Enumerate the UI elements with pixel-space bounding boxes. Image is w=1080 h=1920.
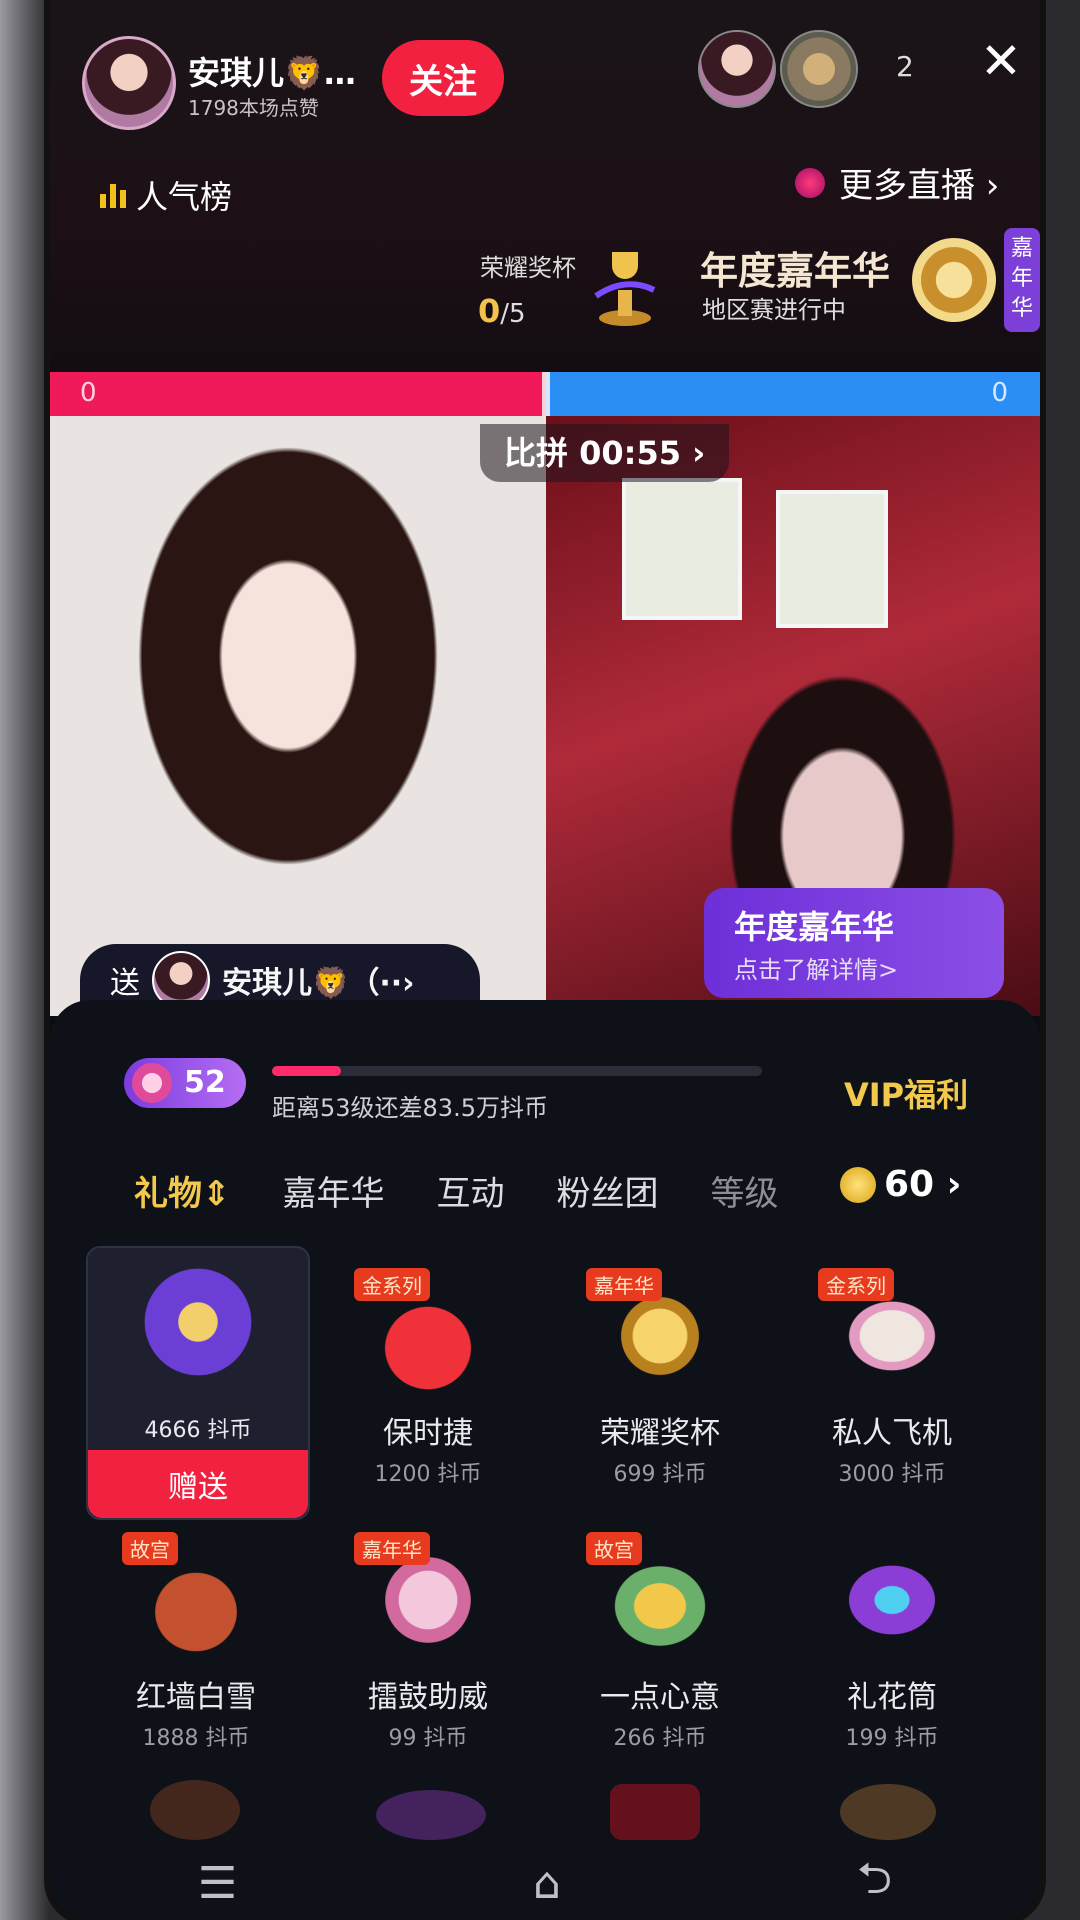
send-to-prefix: 送: [110, 966, 140, 1001]
balance-value: 60 ›: [884, 1164, 962, 1205]
rank-label: 人气榜: [136, 178, 233, 216]
back-icon[interactable]: ⮌: [857, 1846, 892, 1920]
level-progress-bar: [272, 1066, 762, 1076]
host-likes: 1798本场点赞: [188, 96, 319, 120]
follow-button[interactable]: 关注: [382, 40, 504, 116]
gift-name: 私人飞机: [832, 1416, 952, 1451]
tab-interact[interactable]: 互动: [437, 1166, 505, 1215]
carnival-banner[interactable]: 年度嘉年华 点击了解详情>: [704, 888, 1004, 998]
carnival-subtitle: 地区赛进行中: [702, 296, 846, 324]
coin-balance[interactable]: 60 ›: [840, 1164, 961, 1205]
coin-icon: [840, 1166, 876, 1203]
level-progress-fill: [272, 1066, 341, 1076]
gift-tag: 金系列: [354, 1268, 430, 1301]
viewer-avatar[interactable]: [780, 30, 858, 108]
system-nav-bar: ☰ ⌂ ⮌: [50, 1846, 1040, 1920]
gift-item[interactable]: 嘉年华 荣耀奖杯 699 抖币: [550, 1268, 770, 1488]
device-bezel-left: [0, 0, 50, 1920]
pk-score-right: 0: [546, 372, 1040, 416]
pk-left-score: 0: [80, 378, 97, 408]
recipient-name: 安琪儿🦁（··›: [222, 966, 415, 1001]
live-header: 安琪儿🦁… 1798本场点赞 关注 2 ✕ 人气榜 更多直播 › 荣耀奖杯 0/…: [50, 0, 1040, 380]
gift-tag: 嘉年华: [586, 1268, 662, 1301]
pk-right-score: 0: [991, 378, 1008, 408]
gift-tag: 故宫: [586, 1532, 642, 1565]
gift-item[interactable]: 故宫 红墙白雪 1888 抖币: [86, 1532, 306, 1752]
gift-price: 199 抖币: [845, 1726, 939, 1751]
gift-price: 699 抖币: [613, 1462, 707, 1487]
carnival-title[interactable]: 年度嘉年华: [700, 240, 890, 295]
gift-price: 266 抖币: [613, 1726, 707, 1751]
trophy-icon[interactable]: [590, 244, 660, 328]
trophy-progress: 0/5: [478, 292, 526, 330]
viewer-count[interactable]: 2: [896, 50, 914, 83]
menu-icon[interactable]: ☰: [198, 1858, 237, 1909]
more-live-link[interactable]: 更多直播 ›: [795, 158, 999, 207]
medal-icon[interactable]: [912, 238, 996, 322]
gift-tag: 故宫: [122, 1532, 178, 1565]
wall-picture: [776, 490, 888, 628]
carnival-tag[interactable]: 嘉年华: [1004, 228, 1040, 332]
host-avatar[interactable]: [82, 36, 176, 130]
more-live-label: 更多直播 ›: [839, 166, 1000, 206]
send-gift-button[interactable]: 赠送: [88, 1450, 308, 1518]
tab-gifts[interactable]: 礼物⇕: [134, 1166, 231, 1215]
gift-name: 红墙白雪: [136, 1680, 256, 1715]
gift-tabs: 礼物⇕ 嘉年华 互动 粉丝团 等级: [134, 1166, 779, 1215]
gift-item[interactable]: 礼花筒 199 抖币: [782, 1540, 1002, 1752]
gift-tag: 金系列: [818, 1268, 894, 1301]
trophy-progress-value: 0: [478, 292, 501, 330]
pk-score-left: 0: [50, 372, 546, 416]
gift-popper-image: [817, 1540, 967, 1660]
gift-item-selected[interactable]: 4666 抖币 赠送: [86, 1246, 310, 1520]
gift-panel: 52 距离53级还差83.5万抖币 VIP福利 礼物⇕ 嘉年华 互动 粉丝团 等…: [50, 1000, 1040, 1920]
banner-subtitle: 点击了解详情>: [734, 956, 899, 984]
trophy-progress-total: /5: [500, 299, 526, 329]
banner-title: 年度嘉年华: [734, 908, 895, 946]
tab-fan-club[interactable]: 粉丝团: [557, 1166, 659, 1215]
tab-carnival[interactable]: 嘉年华: [283, 1166, 385, 1215]
gift-price: 3000 抖币: [838, 1462, 946, 1487]
gift-name: 擂鼓助威: [368, 1680, 488, 1715]
gift-item-partial[interactable]: [150, 1780, 240, 1840]
home-icon[interactable]: ⌂: [533, 1858, 561, 1909]
vip-benefits-button[interactable]: VIP福利: [844, 1070, 968, 1116]
phone-screen: 安琪儿🦁… 1798本场点赞 关注 2 ✕ 人气榜 更多直播 › 荣耀奖杯 0/…: [50, 0, 1040, 1920]
level-progress-text: 距离53级还差83.5万抖币: [272, 1094, 548, 1122]
gift-item-partial[interactable]: [376, 1790, 486, 1840]
close-icon[interactable]: ✕: [980, 36, 1022, 86]
pk-divider: [542, 372, 550, 416]
gift-name: 保时捷: [383, 1416, 473, 1451]
gift-price: 4666 抖币: [144, 1418, 252, 1443]
video-left-stream[interactable]: [50, 416, 546, 1016]
live-dot-icon: [795, 167, 825, 198]
popularity-rank[interactable]: 人气榜: [100, 172, 232, 218]
gift-tag: 嘉年华: [354, 1532, 430, 1565]
bar-chart-icon: [100, 182, 126, 208]
wall-picture: [622, 478, 742, 620]
tab-level[interactable]: 等级: [711, 1166, 779, 1215]
viewer-avatar[interactable]: [698, 30, 776, 108]
gift-name: 一点心意: [600, 1680, 720, 1715]
gift-price: 99 抖币: [388, 1726, 468, 1751]
gift-name: 荣耀奖杯: [600, 1416, 720, 1451]
gift-item[interactable]: 金系列 保时捷 1200 抖币: [318, 1268, 538, 1488]
gift-trophy-image: [123, 1262, 273, 1382]
gift-item-partial[interactable]: [840, 1784, 936, 1840]
gift-item-partial[interactable]: [610, 1784, 700, 1840]
pk-timer[interactable]: 比拼 00:55 ›: [480, 424, 730, 482]
level-badge[interactable]: 52: [124, 1058, 246, 1108]
gift-item[interactable]: 故宫 一点心意 266 抖币: [550, 1532, 770, 1752]
gift-name: 礼花筒: [847, 1680, 937, 1715]
gift-item[interactable]: 金系列 私人飞机 3000 抖币: [782, 1268, 1002, 1488]
gift-price: 1200 抖币: [374, 1462, 482, 1487]
gift-item[interactable]: 嘉年华 擂鼓助威 99 抖币: [318, 1532, 538, 1752]
gift-price: 1888 抖币: [142, 1726, 250, 1751]
host-name[interactable]: 安琪儿🦁…: [188, 48, 356, 94]
trophy-label[interactable]: 荣耀奖杯: [480, 248, 576, 283]
